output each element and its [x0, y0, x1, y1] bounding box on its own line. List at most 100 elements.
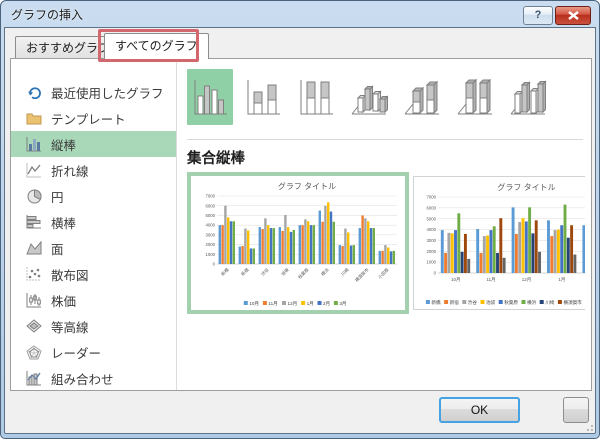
sidebar-item-radar[interactable]: レーダー [11, 339, 176, 365]
scatter-icon [25, 266, 43, 282]
svg-text:グラフ タイトル: グラフ タイトル [497, 182, 555, 192]
combo-icon [25, 370, 43, 386]
bar-icon [25, 214, 43, 230]
svg-text:小田原: 小田原 [376, 266, 391, 281]
svg-text:渋谷: 渋谷 [259, 266, 271, 278]
sidebar-item-label: 最近使用したグラフ [51, 86, 164, 101]
sidebar-item-label: 組み合わせ [51, 372, 114, 387]
help-button[interactable]: ? [523, 6, 553, 25]
svg-text:1月: 1月 [307, 301, 314, 307]
svg-text:グラフ タイトル: グラフ タイトル [278, 181, 336, 191]
close-icon [567, 11, 579, 20]
svg-text:4000: 4000 [426, 227, 436, 232]
svg-text:秋葉原: 秋葉原 [296, 266, 311, 281]
insert-chart-dialog: グラフの挿入 ? おすすめグラフ すべてのグラフ 最近使用したグラフ テンプレー… [0, 0, 600, 439]
svg-text:12月: 12月 [522, 277, 532, 283]
chart-type-sidebar: 最近使用したグラフ テンプレート 縦棒 折れ線 円 横棒 面 散布図 株価 等高… [11, 59, 177, 390]
svg-text:5000: 5000 [205, 213, 215, 218]
svg-text:0: 0 [213, 262, 216, 267]
all-charts-page: 最近使用したグラフ テンプレート 縦棒 折れ線 円 横棒 面 散布図 株価 等高… [10, 58, 592, 391]
sidebar-item-label: 円 [51, 190, 64, 205]
sidebar-item-template[interactable]: テンプレート [11, 105, 176, 131]
dialog-client-area: おすすめグラフ すべてのグラフ 最近使用したグラフ テンプレート 縦棒 折れ線 … [4, 27, 596, 434]
area-icon [25, 240, 43, 256]
tab-all-charts[interactable]: すべてのグラフ [104, 33, 209, 59]
svg-text:新橋: 新橋 [219, 266, 231, 278]
stock-icon [25, 292, 43, 308]
divider [187, 139, 583, 140]
surface-icon [25, 318, 43, 334]
sidebar-item-line[interactable]: 折れ線 [11, 157, 176, 183]
svg-text:秋葉原: 秋葉原 [504, 299, 518, 306]
resize-grip[interactable] [585, 423, 593, 431]
subtype-3d-stacked-column[interactable] [399, 69, 445, 125]
subtype-100-stacked-column[interactable] [293, 69, 339, 125]
radar-icon [25, 344, 43, 360]
svg-text:渋谷: 渋谷 [468, 299, 478, 306]
svg-text:12月: 12月 [288, 301, 298, 307]
svg-text:4000: 4000 [205, 223, 215, 228]
svg-text:横須賀市: 横須賀市 [563, 299, 582, 306]
sidebar-item-label: レーダー [51, 346, 102, 361]
chart-preview-clustered-alt[interactable]: グラフ タイトル 0 1000 2000 3000 4000 5000 6000 7000 10月… [413, 176, 585, 310]
sidebar-item-scatter[interactable]: 散布図 [11, 261, 176, 287]
svg-text:1000: 1000 [205, 252, 215, 257]
column-icon [25, 136, 43, 152]
sidebar-item-label: 横棒 [51, 216, 77, 231]
sidebar-item-area[interactable]: 面 [11, 235, 176, 261]
svg-text:3000: 3000 [205, 232, 215, 237]
svg-text:2000: 2000 [426, 249, 436, 254]
svg-text:横浜: 横浜 [527, 299, 537, 306]
svg-text:2月: 2月 [323, 301, 330, 307]
sidebar-item-bar[interactable]: 横棒 [11, 209, 176, 235]
svg-text:川崎: 川崎 [545, 299, 555, 305]
sidebar-item-pie[interactable]: 円 [11, 183, 176, 209]
title-bar[interactable]: グラフの挿入 [1, 1, 599, 27]
svg-text:池袋: 池袋 [486, 299, 496, 306]
ok-button[interactable]: OK [439, 397, 520, 423]
svg-text:新橋: 新橋 [431, 299, 441, 306]
pie-icon [25, 188, 43, 204]
svg-text:2000: 2000 [205, 242, 215, 247]
template-icon [25, 110, 43, 126]
line-icon [25, 162, 43, 178]
svg-text:池袋: 池袋 [279, 266, 291, 278]
sidebar-item-label: 折れ線 [51, 164, 89, 179]
recent-icon [25, 84, 43, 100]
subtype-stacked-column[interactable] [240, 69, 286, 125]
svg-text:3000: 3000 [426, 238, 436, 243]
svg-text:7000: 7000 [426, 195, 436, 200]
subtype-clustered-column[interactable] [187, 69, 233, 125]
sidebar-item-column[interactable]: 縦棒 [11, 131, 176, 157]
svg-text:横須賀市: 横須賀市 [353, 266, 371, 284]
chart-preview-clustered-selected[interactable]: グラフ タイトル 0 1000 2000 3000 4000 5000 6000 7000 新橋新… [187, 172, 409, 314]
svg-text:5000: 5000 [426, 216, 436, 221]
subtype-3d-column[interactable] [505, 69, 551, 125]
sidebar-item-label: 面 [51, 242, 64, 257]
svg-text:6000: 6000 [426, 205, 436, 210]
svg-text:1000: 1000 [426, 260, 436, 265]
sidebar-item-label: 縦棒 [51, 138, 77, 153]
svg-text:0: 0 [434, 271, 437, 276]
svg-text:1月: 1月 [558, 277, 565, 283]
section-heading: 集合縦棒 [187, 151, 245, 167]
svg-text:10月: 10月 [451, 277, 461, 283]
sidebar-item-surface[interactable]: 等高線 [11, 313, 176, 339]
svg-text:7000: 7000 [205, 194, 215, 199]
sidebar-item-stock[interactable]: 株価 [11, 287, 176, 313]
svg-text:横浜: 横浜 [319, 266, 331, 278]
svg-text:10月: 10月 [249, 301, 259, 307]
subtype-3d-100-stacked-column[interactable] [452, 69, 498, 125]
sidebar-item-label: テンプレート [51, 112, 126, 127]
cancel-button-partial[interactable] [563, 397, 589, 423]
subtype-icon-row [187, 69, 551, 125]
sidebar-item-recent[interactable]: 最近使用したグラフ [11, 79, 176, 105]
sidebar-item-label: 等高線 [51, 320, 89, 335]
subtype-3d-clustered-column[interactable] [346, 69, 392, 125]
help-icon: ? [534, 9, 542, 21]
sidebar-item-combo[interactable]: 組み合わせ [11, 365, 176, 390]
svg-text:6000: 6000 [205, 203, 215, 208]
close-button[interactable] [555, 6, 591, 25]
column-subtypes-panel: 集合縦棒 グラフ タイトル 0 1000 2000 3000 4000 5000 6000 70… [178, 59, 591, 390]
svg-text:11月: 11月 [268, 301, 277, 307]
